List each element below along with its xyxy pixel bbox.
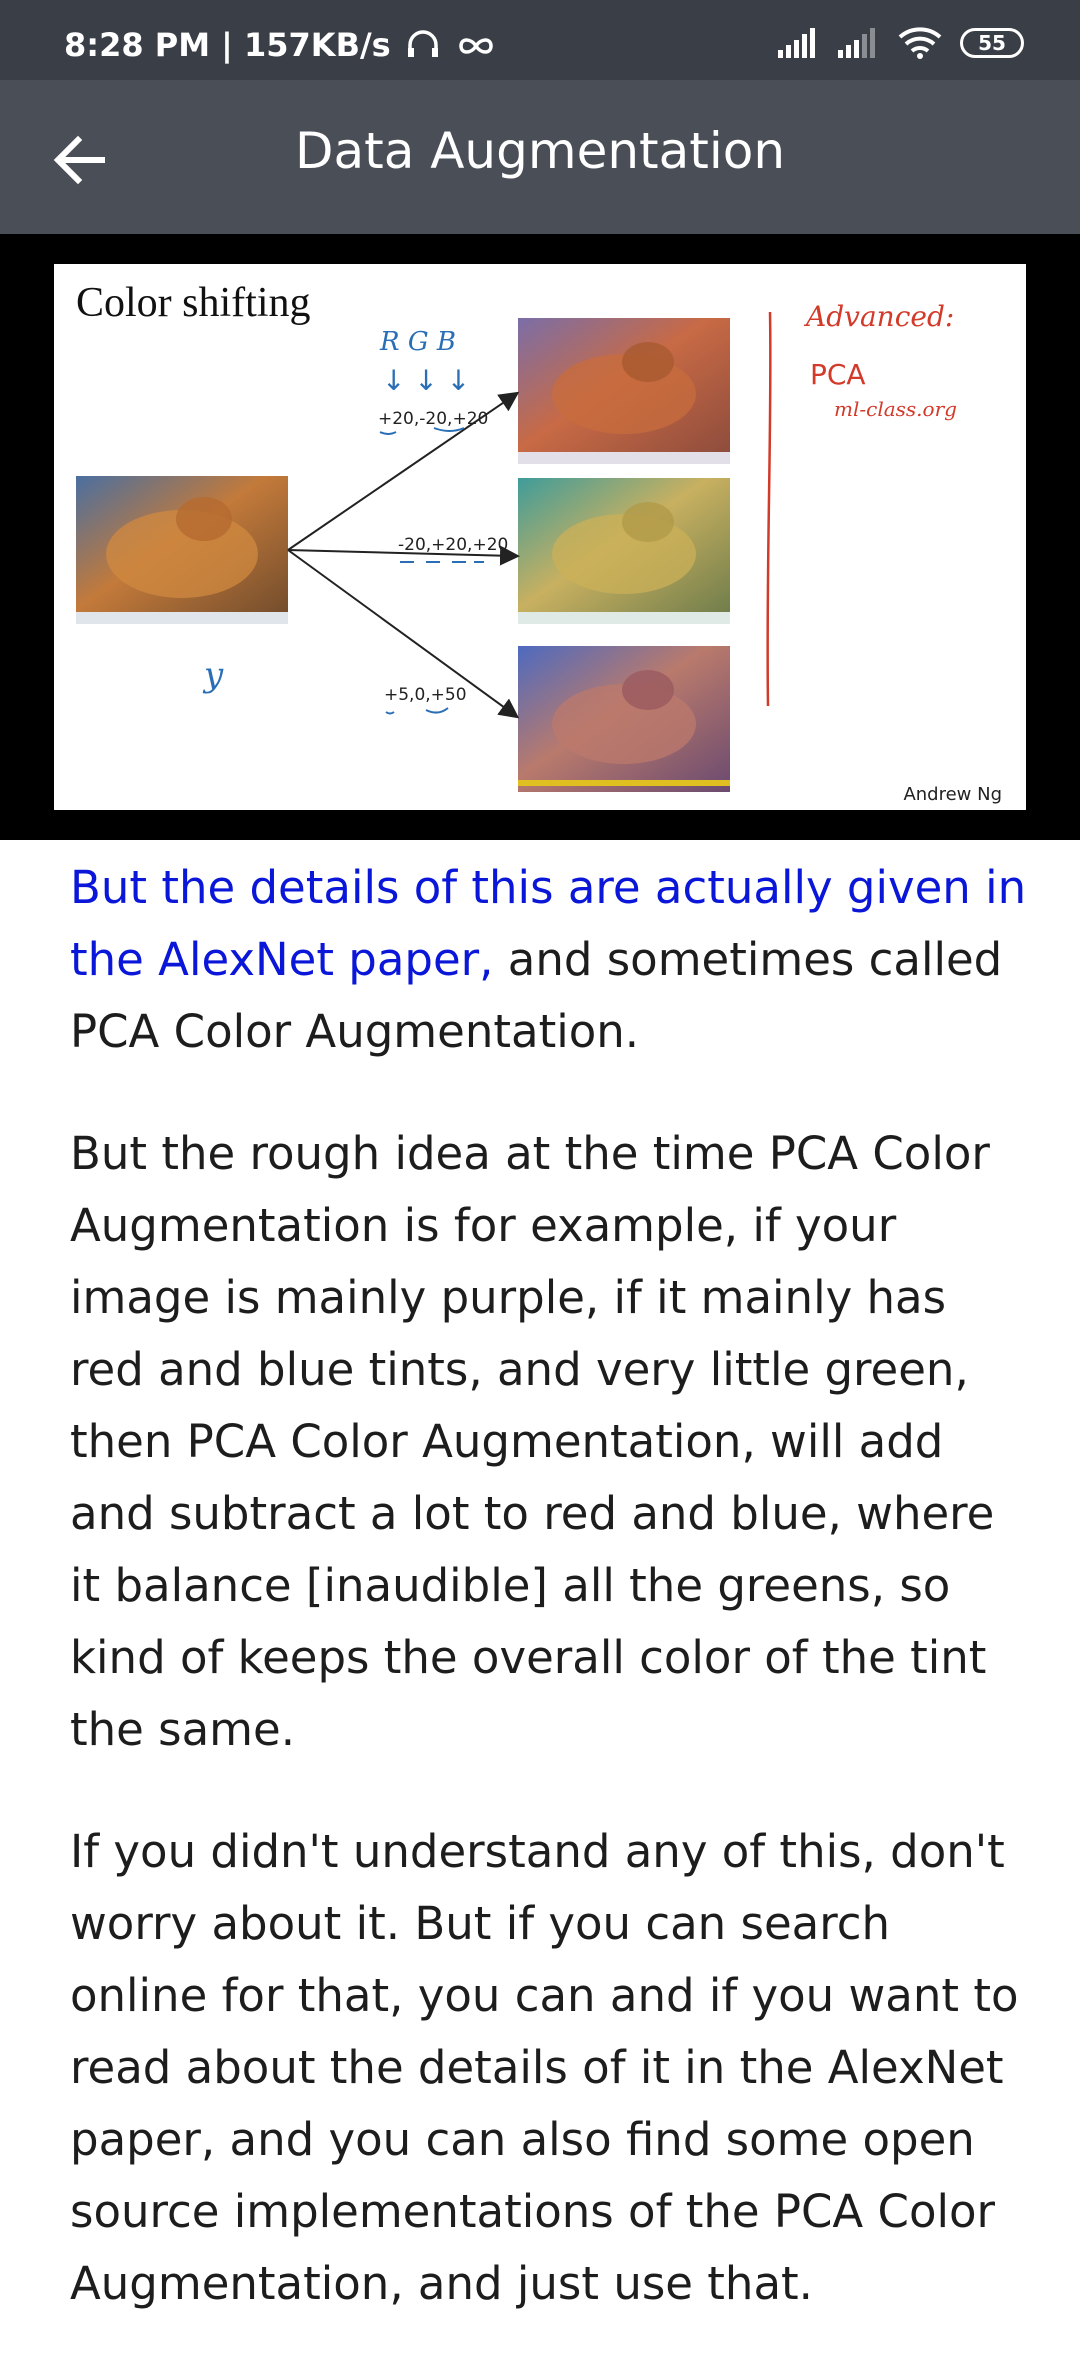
transcript: But the details of this are actually giv…	[70, 852, 1030, 2370]
shift-label-3: +5,0,+50	[384, 685, 467, 705]
transcript-paragraph-3[interactable]: If you didn't understand any of this, do…	[70, 1816, 1030, 2320]
slide-canvas: Color shifting R G B ↓ ↓ ↓ +20,-20,+20 -…	[76, 280, 1002, 805]
note-url: ml-class.org	[834, 397, 957, 421]
divider-line	[766, 311, 772, 707]
rgb-label: R G B	[379, 327, 456, 357]
status-bar: 8:28 PM | 157KB/s 55	[0, 0, 1080, 80]
battery-icon: 55	[960, 28, 1024, 58]
original-cat-image	[76, 476, 288, 624]
note-advanced: Advanced:	[803, 300, 954, 333]
app-bar: Data Augmentation	[0, 80, 1080, 234]
infinity-icon	[459, 38, 493, 54]
transcript-paragraph-2[interactable]: But the rough idea at the time PCA Color…	[70, 1118, 1030, 1766]
slide-heading: Color shifting	[76, 280, 311, 326]
status-time: 8:28 PM | 157KB/s	[64, 26, 391, 64]
page-title: Data Augmentation	[294, 122, 786, 180]
shift-label-2: -20,+20,+20	[398, 535, 508, 555]
y-label: y	[202, 655, 224, 695]
shifted-cat-image-1	[518, 318, 730, 464]
battery-level: 55	[978, 31, 1006, 55]
shift-label-1: +20,-20,+20	[378, 409, 488, 429]
lecture-slide: Color shifting R G B ↓ ↓ ↓ +20,-20,+20 -…	[54, 264, 1026, 810]
video-player[interactable]: Color shifting R G B ↓ ↓ ↓ +20,-20,+20 -…	[0, 234, 1080, 840]
shifted-cat-image-3	[518, 646, 730, 792]
headphones-icon	[407, 30, 438, 57]
transcript-paragraph-1: But the details of this are actually giv…	[70, 852, 1030, 1068]
signal-icon	[778, 28, 815, 58]
note-pca: PCA	[810, 358, 866, 391]
slide-credit: Andrew Ng	[903, 784, 1002, 805]
shifted-cat-image-2	[518, 478, 730, 624]
signal-weak-icon	[838, 28, 875, 58]
rgb-arrows: ↓ ↓ ↓	[382, 364, 470, 397]
wifi-icon	[898, 27, 942, 59]
